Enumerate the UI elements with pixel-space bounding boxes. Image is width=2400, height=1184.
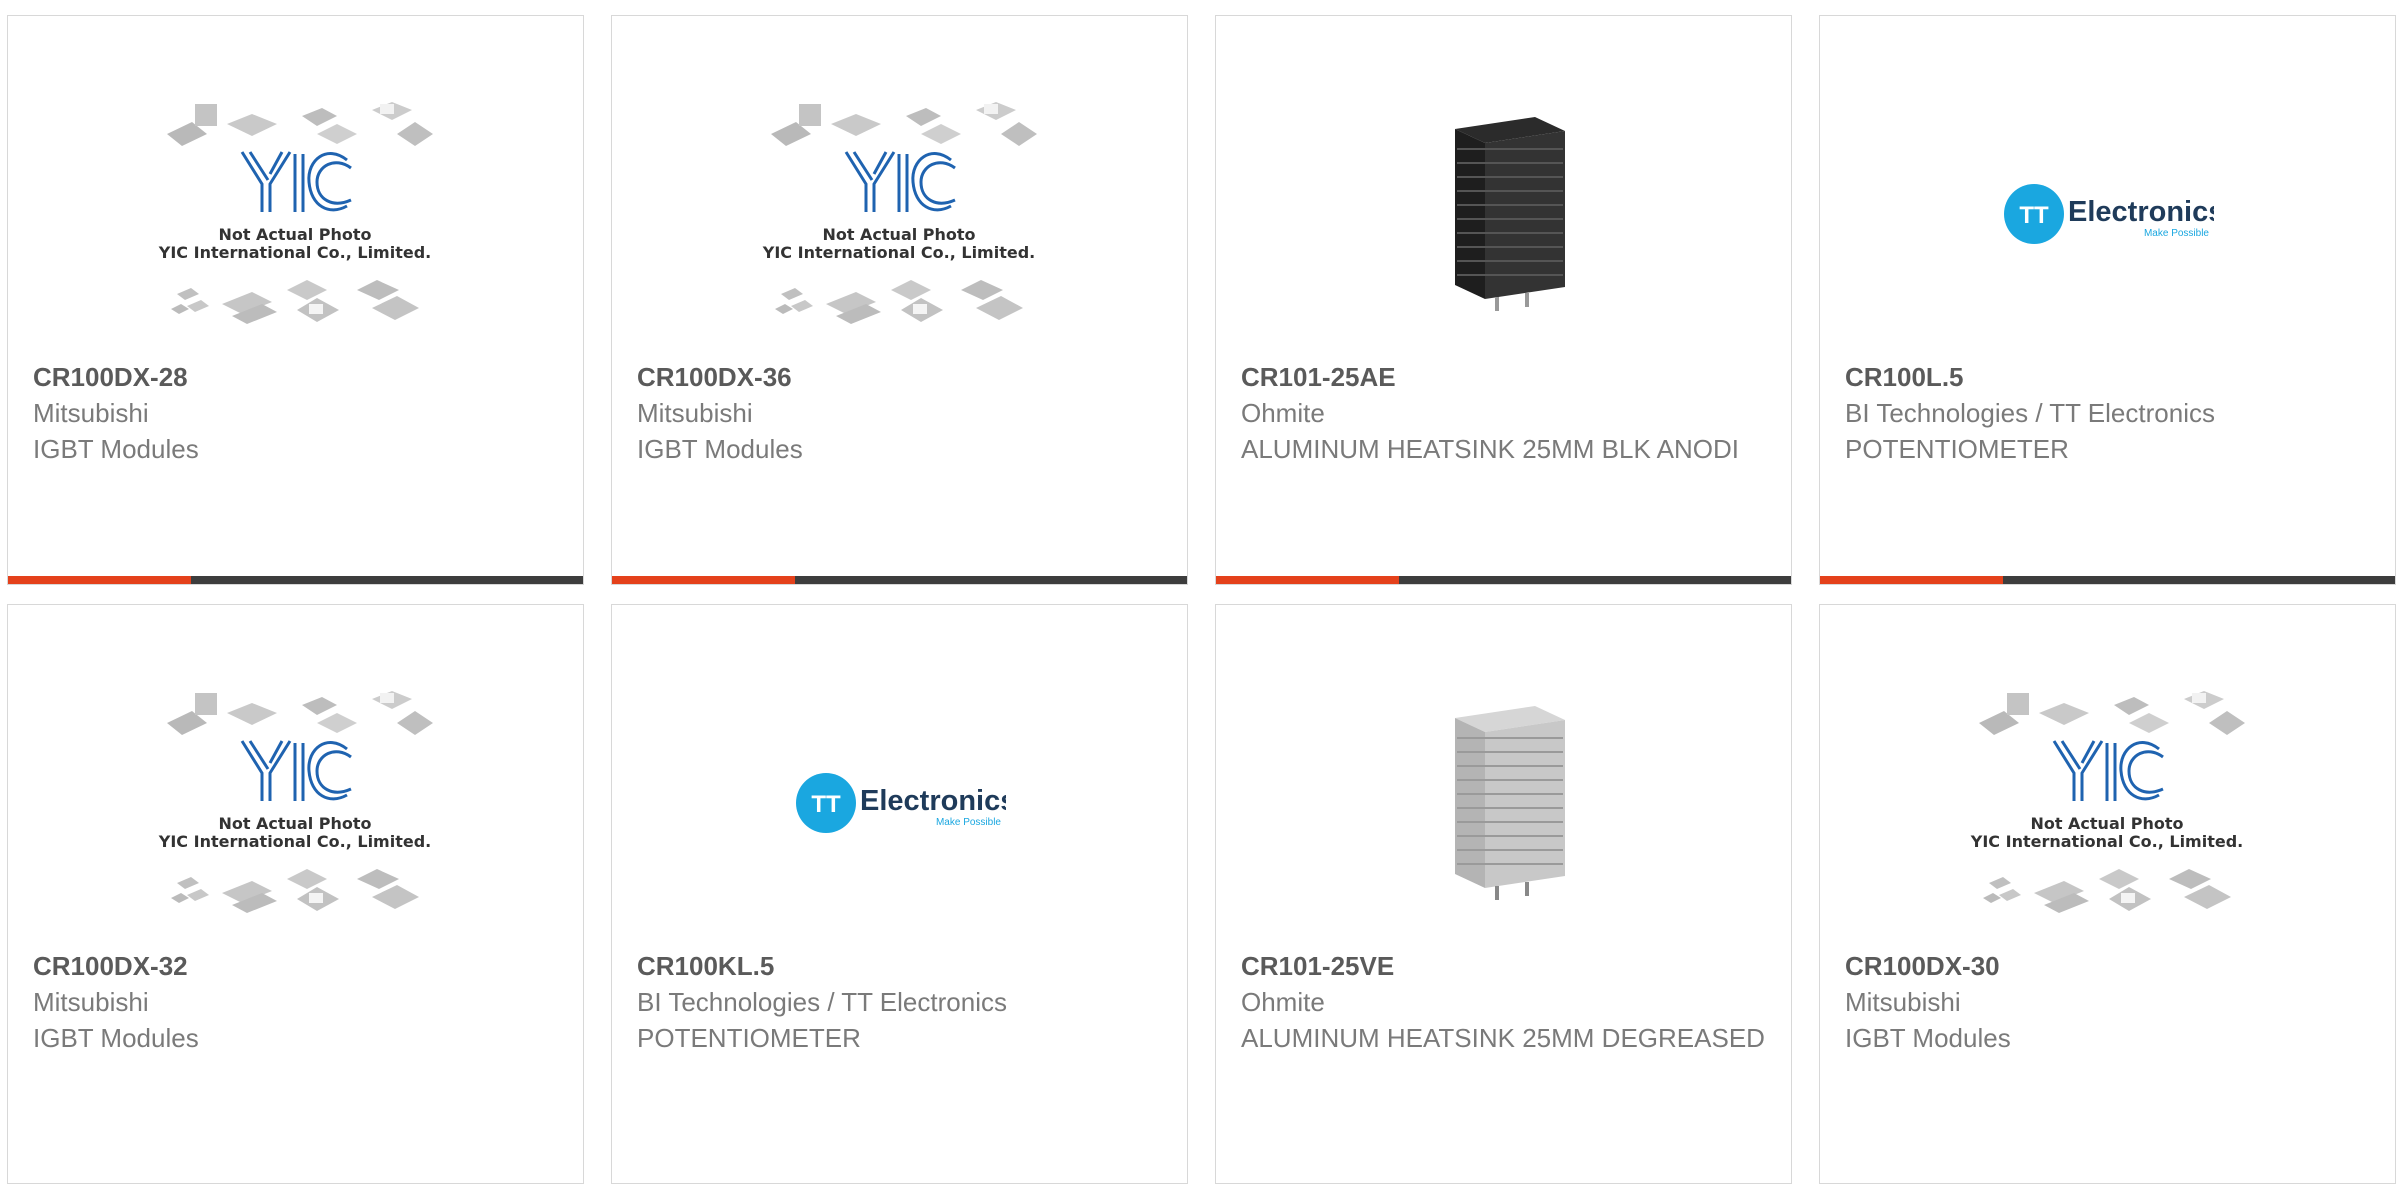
card-accent (1820, 576, 2003, 584)
svg-text:Make Possible: Make Possible (2143, 228, 2208, 239)
manufacturer: BI Technologies / TT Electronics (637, 987, 1007, 1017)
product-info: CR101-25VE Ohmite ALUMINUM HEATSINK 25MM… (1241, 948, 1771, 1056)
svg-text:Electronics: Electronics (2068, 196, 2214, 228)
manufacturer: BI Technologies / TT Electronics (1845, 398, 2215, 428)
product-info: CR100DX-28 Mitsubishi IGBT Modules (33, 359, 563, 467)
part-number[interactable]: CR100KL.5 (637, 948, 1167, 984)
product-image: Not Actual Photo YIC International Co., … (612, 64, 1187, 364)
description: IGBT Modules (637, 434, 803, 464)
card-accent (8, 576, 191, 584)
product-image: Not Actual Photo YIC International Co., … (8, 653, 583, 953)
description: IGBT Modules (33, 434, 199, 464)
yic-placeholder-image: Not Actual Photo YIC International Co., … (1969, 689, 2246, 915)
product-image: TT Electronics Make Possible (1820, 64, 2395, 364)
product-grid: Not Actual Photo YIC International Co., … (0, 0, 2400, 1184)
part-number[interactable]: CR100DX-36 (637, 359, 1167, 395)
description: IGBT Modules (1845, 1023, 2011, 1053)
product-info: CR100DX-30 Mitsubishi IGBT Modules (1845, 948, 2375, 1056)
product-info: CR100DX-32 Mitsubishi IGBT Modules (33, 948, 563, 1056)
product-image (1216, 653, 1791, 953)
card-bottom-bar (8, 576, 583, 584)
part-number[interactable]: CR100DX-32 (33, 948, 563, 984)
product-card[interactable]: Not Actual Photo YIC International Co., … (611, 15, 1188, 585)
manufacturer: Mitsubishi (637, 398, 753, 428)
svg-text:TT: TT (2019, 202, 2049, 229)
silver-heatsink-image (1454, 706, 1565, 900)
product-image (1216, 64, 1791, 364)
description: IGBT Modules (33, 1023, 199, 1053)
yic-placeholder-image: Not Actual Photo YIC International Co., … (157, 100, 434, 326)
manufacturer: Mitsubishi (33, 987, 149, 1017)
svg-text:YIC International Co., Limited: YIC International Co., Limited. (761, 243, 1034, 262)
product-info: CR100KL.5 BI Technologies / TT Electroni… (637, 948, 1167, 1056)
card-accent (612, 576, 795, 584)
card-bottom-bar (1216, 576, 1791, 584)
svg-text:Not Actual Photo: Not Actual Photo (2030, 814, 2183, 833)
description: ALUMINUM HEATSINK 25MM DEGREASED (1241, 1023, 1765, 1053)
part-number[interactable]: CR100DX-28 (33, 359, 563, 395)
svg-text:YIC International Co., Limited: YIC International Co., Limited. (1969, 832, 2242, 851)
manufacturer: Mitsubishi (1845, 987, 1961, 1017)
product-image: TT Electronics Make Possible (612, 653, 1187, 953)
product-card[interactable]: TT Electronics Make Possible CR100KL.5 B… (611, 604, 1188, 1184)
yic-placeholder-image: Not Actual Photo YIC International Co., … (157, 689, 434, 915)
product-card[interactable]: TT Electronics Make Possible CR100L.5 BI… (1819, 15, 2396, 585)
product-card[interactable]: Not Actual Photo YIC International Co., … (1819, 604, 2396, 1184)
part-number[interactable]: CR100L.5 (1845, 359, 2375, 395)
part-number[interactable]: CR101-25VE (1241, 948, 1771, 984)
description: POTENTIOMETER (637, 1023, 861, 1053)
svg-text:Electronics: Electronics (860, 785, 1006, 817)
yic-placeholder-image: Not Actual Photo YIC International Co., … (761, 100, 1038, 326)
card-bottom-bar (612, 576, 1187, 584)
svg-text:Not Actual Photo: Not Actual Photo (218, 225, 371, 244)
svg-text:TT: TT (811, 791, 841, 818)
description: ALUMINUM HEATSINK 25MM BLK ANODI (1241, 434, 1739, 464)
manufacturer: Ohmite (1241, 987, 1325, 1017)
product-card[interactable]: Not Actual Photo YIC International Co., … (7, 604, 584, 1184)
product-image: Not Actual Photo YIC International Co., … (1820, 653, 2395, 953)
product-info: CR100L.5 BI Technologies / TT Electronic… (1845, 359, 2375, 467)
tt-electronics-logo: TT Electronics Make Possible (795, 773, 1006, 833)
svg-text:YIC International Co., Limited: YIC International Co., Limited. (157, 832, 430, 851)
black-heatsink-image (1454, 117, 1565, 311)
product-card[interactable]: Not Actual Photo YIC International Co., … (7, 15, 584, 585)
product-image: Not Actual Photo YIC International Co., … (8, 64, 583, 364)
tt-electronics-logo: TT Electronics Make Possible (2003, 184, 2214, 244)
svg-text:Not Actual Photo: Not Actual Photo (822, 225, 975, 244)
card-accent (1216, 576, 1399, 584)
description: POTENTIOMETER (1845, 434, 2069, 464)
manufacturer: Mitsubishi (33, 398, 149, 428)
manufacturer: Ohmite (1241, 398, 1325, 428)
svg-text:Not Actual Photo: Not Actual Photo (218, 814, 371, 833)
card-bottom-bar (1820, 576, 2395, 584)
part-number[interactable]: CR101-25AE (1241, 359, 1771, 395)
product-card[interactable]: CR101-25AE Ohmite ALUMINUM HEATSINK 25MM… (1215, 15, 1792, 585)
product-info: CR101-25AE Ohmite ALUMINUM HEATSINK 25MM… (1241, 359, 1771, 467)
product-card[interactable]: CR101-25VE Ohmite ALUMINUM HEATSINK 25MM… (1215, 604, 1792, 1184)
svg-text:Make Possible: Make Possible (935, 817, 1000, 828)
svg-text:YIC International Co., Limited: YIC International Co., Limited. (157, 243, 430, 262)
product-info: CR100DX-36 Mitsubishi IGBT Modules (637, 359, 1167, 467)
part-number[interactable]: CR100DX-30 (1845, 948, 2375, 984)
